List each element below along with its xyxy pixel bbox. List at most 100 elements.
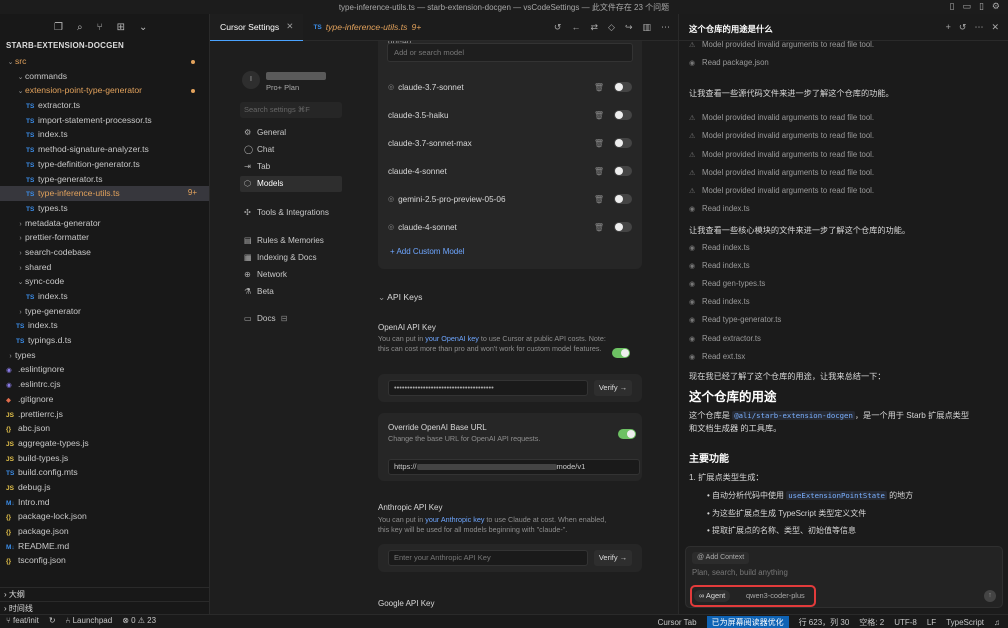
tab-type-inference-utils[interactable]: TS type-inference-utils.ts 9+ [303,14,431,41]
gear-icon[interactable]: ⚙ [992,1,1000,12]
settings-nav-indexing-docs[interactable]: ▦ Indexing & Docs [240,250,342,266]
tree-file[interactable]: ◉ .eslintrc.cjs [0,377,209,392]
tree-folder[interactable]: ⌄ src [0,54,209,69]
api-keys-header[interactable]: ⌄ API Keys [378,292,422,303]
model-toggle[interactable] [614,138,632,148]
model-toggle[interactable] [614,82,632,92]
tree-file[interactable]: TS build.config.mts [0,465,209,480]
problems-status[interactable]: ⊗ 0 ⚠ 23 [122,616,156,625]
chevron-down-icon[interactable]: ⌄ [139,22,147,33]
settings-nav-general[interactable]: ⚙ General [240,125,342,141]
plus-icon[interactable]: + [946,22,951,33]
tree-file[interactable]: TS extractor.ts [0,98,209,113]
model-picker[interactable]: qwen3-coder-plus [746,591,805,600]
read-file-entry[interactable]: ◉ Read gen-types.ts [689,279,765,288]
search-icon[interactable]: ⌕ [77,22,83,33]
read-file-entry[interactable]: ◉ Read index.ts [689,204,750,213]
close-icon[interactable]: ✕ [991,22,999,33]
openai-key-toggle[interactable] [612,348,630,358]
tree-file[interactable]: TS index.ts [0,289,209,304]
tree-folder[interactable]: › search-codebase [0,245,209,260]
tree-file[interactable]: ◉ .eslintignore [0,362,209,377]
bell-icon[interactable]: ♫ [994,618,1000,627]
read-file-entry[interactable]: ◉ Read package.json [689,58,769,67]
model-toggle[interactable] [614,194,632,204]
model-toggle[interactable] [614,222,632,232]
tree-folder[interactable]: › metadata-generator [0,216,209,231]
agent-mode-button[interactable]: ∞ Agent [694,590,731,602]
settings-nav-tools-integrations[interactable]: ✣ Tools & Integrations [240,205,342,221]
go-back-icon[interactable]: ← [571,22,580,33]
read-file-entry[interactable]: ◉ Read index.ts [689,261,750,270]
read-file-entry[interactable]: ◉ Read extractor.ts [689,334,761,343]
panel-left-icon[interactable]: ▯ [950,1,955,12]
openai-key-input[interactable]: •••••••••••••••••••••••••••••••••••••• [388,380,588,396]
tree-file[interactable]: JS build-types.js [0,451,209,466]
tree-file[interactable]: {} abc.json [0,421,209,436]
panel-right-icon[interactable]: ▯ [979,1,984,12]
more-icon[interactable]: ⋯ [974,22,983,33]
screen-reader-status[interactable]: 已为屏幕阅读器优化 [706,616,789,628]
files-icon[interactable]: ❐ [54,22,63,33]
override-url-toggle[interactable] [618,429,636,439]
timeline-section[interactable]: › 时间线 [0,601,210,614]
tree-file[interactable]: JS .prettierrc.js [0,407,209,422]
tree-file[interactable]: TS type-definition-generator.ts [0,157,209,172]
model-toggle[interactable] [614,110,632,120]
model-search-input[interactable]: Add or search model [387,43,633,62]
tree-file[interactable]: {} tsconfig.json [0,553,209,568]
settings-search-input[interactable]: Search settings ⌘F [240,102,342,118]
model-toggle[interactable] [614,166,632,176]
tree-folder[interactable]: › type-generator [0,304,209,319]
tree-file[interactable]: TS typings.d.ts [0,333,209,348]
base-url-input[interactable]: https:// mode/v1 [388,459,640,475]
outline-section[interactable]: › 大纲 [0,587,210,601]
trash-icon[interactable]: 🗑 [594,195,604,204]
panel-bottom-icon[interactable]: ▭ [962,1,971,12]
tree-file[interactable]: {} package-lock.json [0,509,209,524]
settings-nav-tab[interactable]: ⇥ Tab [240,159,342,175]
tree-file[interactable]: M↓ README.md [0,539,209,554]
add-custom-model-button[interactable]: + Add Custom Model [390,247,464,256]
project-title[interactable]: STARB-EXTENSION-DOCGEN [0,41,209,54]
chat-input[interactable]: Plan, search, build anything [692,568,788,577]
tree-folder[interactable]: ⌄ sync-code [0,274,209,289]
tree-file[interactable]: JS aggregate-types.js [0,436,209,451]
tree-file[interactable]: ◆ .gitignore [0,392,209,407]
send-icon[interactable]: ↑ [984,590,996,602]
trash-icon[interactable]: 🗑 [594,167,604,176]
history-icon[interactable]: ↺ [554,22,562,33]
compare-icon[interactable]: ⇄ [590,22,598,33]
settings-nav-beta[interactable]: ⚗ Beta [240,284,342,300]
language-mode[interactable]: TypeScript [946,618,984,627]
read-file-entry[interactable]: ◉ Read index.ts [689,297,750,306]
tree-file[interactable]: TS index.ts [0,127,209,142]
settings-nav-rules-memories[interactable]: ▤ Rules & Memories [240,233,342,249]
branch-status[interactable]: ⑂ feat/init [6,616,39,625]
cursor-position[interactable]: 行 623，列 30 [799,617,850,628]
settings-nav-docs[interactable]: ▭ Docs ⊟ [240,311,342,327]
tree-file[interactable]: TS method-signature-analyzer.ts [0,142,209,157]
source-control-icon[interactable]: ⑂ [97,22,103,33]
eol-status[interactable]: LF [927,618,936,627]
extensions-icon[interactable]: ⊞ [117,22,125,33]
launchpad-status[interactable]: ⑃ Launchpad [66,616,113,625]
more-icon[interactable]: ⋯ [661,22,670,33]
indentation-status[interactable]: 空格: 2 [859,617,884,628]
tree-file[interactable]: JS debug.js [0,480,209,495]
encoding-status[interactable]: UTF-8 [894,618,917,627]
tree-file[interactable]: TS index.ts [0,318,209,333]
history-icon[interactable]: ↺ [959,22,967,33]
trash-icon[interactable]: 🗑 [594,223,604,232]
tree-folder[interactable]: ⌄ extension-point-type-generator [0,83,209,98]
settings-nav-chat[interactable]: ◯ Chat [240,142,342,158]
split-editor-icon[interactable]: ▥ [642,22,651,33]
tree-file[interactable]: {} package.json [0,524,209,539]
navigate-icon[interactable]: ↪ [625,22,633,33]
read-file-entry[interactable]: ◉ Read index.ts [689,243,750,252]
tab-cursor-settings[interactable]: Cursor Settings ✕ [210,13,304,41]
anthropic-verify-button[interactable]: Verify → [594,550,632,566]
anthropic-key-input[interactable]: Enter your Anthropic API Key [388,550,588,566]
read-file-entry[interactable]: ◉ Read ext.tsx [689,352,745,361]
tree-file[interactable]: TS import-statement-processor.ts [0,113,209,128]
